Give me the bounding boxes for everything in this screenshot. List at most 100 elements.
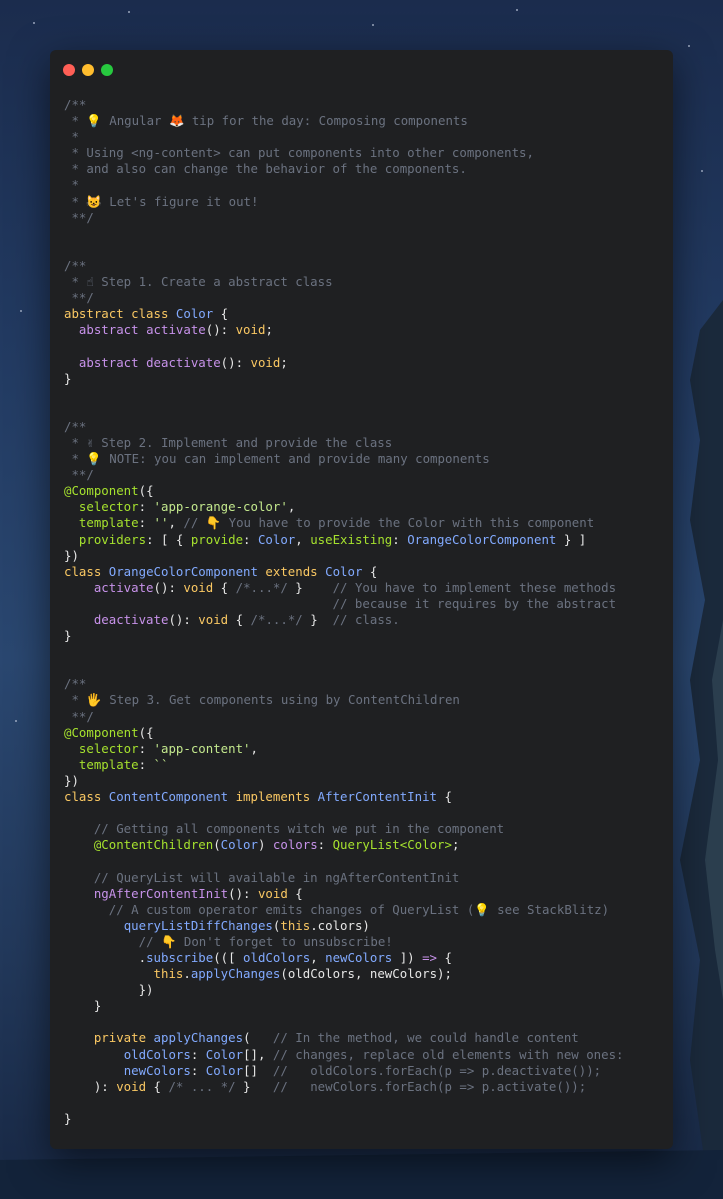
code-token-plain: (): (220, 354, 251, 370)
code-token-type: template (78, 515, 139, 531)
code-token-comment: * 💡 Angular 🦊 tip for the day: Composing… (64, 113, 468, 129)
code-line: * ☝ Step 1. Create a abstract class (64, 274, 664, 290)
code-token-class: ContentComponent (108, 789, 236, 805)
code-token-plain: . (183, 966, 191, 982)
code-token-ident: newColors (325, 949, 393, 965)
code-line: ): void { /* ... */ } // newColors.forEa… (64, 1079, 664, 1095)
code-token-plain: { (437, 789, 452, 805)
code-line: abstract class Color { (64, 306, 664, 322)
code-token-plain: { (287, 885, 303, 901)
code-token-func: deactivate (146, 354, 221, 370)
code-token-type: providers (78, 531, 147, 547)
code-line: class OrangeColorComponent extends Color… (64, 564, 664, 580)
code-token-keyword: implements (235, 789, 318, 805)
code-token-ident: oldColors (243, 949, 311, 965)
close-button[interactable] (63, 64, 75, 76)
code-block: /** * 💡 Angular 🦊 tip for the day: Compo… (64, 97, 664, 1127)
code-token-plain: , (250, 740, 258, 756)
code-token-comment: // class. (332, 612, 400, 627)
code-token-plain: ; (451, 837, 460, 853)
code-token-plain: (): (153, 579, 184, 595)
code-token-ident: applyChanges (190, 966, 281, 982)
code-token-comment: * 💡 NOTE: you can implement and provide … (64, 451, 490, 467)
code-token-keyword: private (93, 1030, 154, 1046)
code-line: /** (64, 258, 664, 274)
code-token-plain: : (392, 531, 408, 547)
minimize-button[interactable] (82, 64, 94, 76)
code-token-plain: } (64, 1110, 72, 1126)
code-token-comment: * (64, 129, 79, 145)
code-token-comment: // newColors.forEach(p => p.activate()); (272, 1078, 587, 1094)
code-token-class: Color (325, 563, 363, 579)
code-token-comment: // A custom operator emits changes of Qu… (108, 901, 610, 917)
code-token-comment: * 😺 Let's figure it out! (64, 193, 259, 209)
code-token-plain: : (138, 756, 154, 772)
code-line: * (64, 177, 664, 193)
code-token-string: 'app-orange-color' (153, 499, 288, 515)
code-token-comment: // In the method, we could handle conten… (272, 1030, 579, 1046)
code-token-plain: [] (243, 1062, 273, 1078)
code-line: /** (64, 97, 664, 113)
code-token-plain: } (235, 1078, 273, 1094)
code-line: newColors: Color[] // oldColors.forEach(… (64, 1063, 664, 1079)
code-token-comment: /** (64, 97, 87, 112)
code-token-decl: abstract (78, 354, 147, 370)
code-line: activate(): void { /*...*/ } // You have… (64, 580, 664, 596)
code-line: abstract activate(): void; (64, 322, 664, 338)
code-token-comment: // oldColors.forEach(p => p.deactivate()… (272, 1062, 602, 1078)
code-token-type: @Component (64, 724, 139, 740)
code-line: // A custom operator emits changes of Qu… (64, 902, 664, 918)
code-token-plain: [], (243, 1046, 273, 1062)
code-token-keyword: void (235, 322, 266, 338)
code-token-keyword: void (198, 612, 229, 627)
code-token-string: `` (153, 756, 169, 772)
code-token-comment: **/ (64, 209, 94, 225)
code-token-plain: .colors) (310, 917, 370, 933)
code-line: abstract deactivate(): void; (64, 355, 664, 371)
code-token-func: activate (146, 322, 206, 338)
code-token-decl: colors (272, 837, 318, 853)
code-line: deactivate(): void { /*...*/ } // class. (64, 612, 664, 628)
code-line: }) (64, 982, 664, 998)
code-token-plain: : [ { (146, 531, 191, 547)
code-token-ident: applyChanges (153, 1030, 244, 1046)
code-line: @Component({ (64, 725, 664, 741)
code-token-comment: // 👇 You have to provide the Color with … (183, 515, 595, 531)
code-token-func: deactivate (93, 612, 169, 627)
code-token-plain: { (228, 612, 251, 627)
code-token-comment: // Getting all components witch we put i… (93, 821, 505, 837)
maximize-button[interactable] (101, 64, 113, 76)
code-token-plain: }) (64, 772, 79, 788)
code-line: selector: 'app-content', (64, 741, 664, 757)
code-line: // Getting all components witch we put i… (64, 821, 664, 837)
code-token-type: selector (78, 499, 139, 515)
code-token-decl: => (422, 949, 438, 965)
code-token-plain: (): (168, 612, 199, 627)
code-token-plain: : (190, 1046, 206, 1062)
code-token-plain: (): (228, 885, 258, 901)
code-token-plain: . (64, 949, 147, 965)
code-window: /** * 💡 Angular 🦊 tip for the day: Compo… (50, 50, 673, 1149)
code-line: private applyChanges( // In the method, … (64, 1030, 664, 1046)
code-token-keyword: class (64, 789, 109, 805)
code-line: @Component({ (64, 483, 664, 499)
code-line: oldColors: Color[], // changes, replace … (64, 1047, 664, 1063)
code-token-comment: /** (64, 257, 87, 273)
code-line: * 💡 NOTE: you can implement and provide … (64, 451, 664, 467)
code-token-plain: ; (280, 354, 288, 370)
code-line: selector: 'app-orange-color', (64, 499, 664, 515)
code-line: * 😺 Let's figure it out! (64, 194, 664, 210)
code-token-ident: subscribe (146, 949, 214, 965)
code-line: @ContentChildren(Color) colors: QueryLis… (64, 837, 664, 853)
code-token-string: 'app-content' (153, 740, 251, 756)
